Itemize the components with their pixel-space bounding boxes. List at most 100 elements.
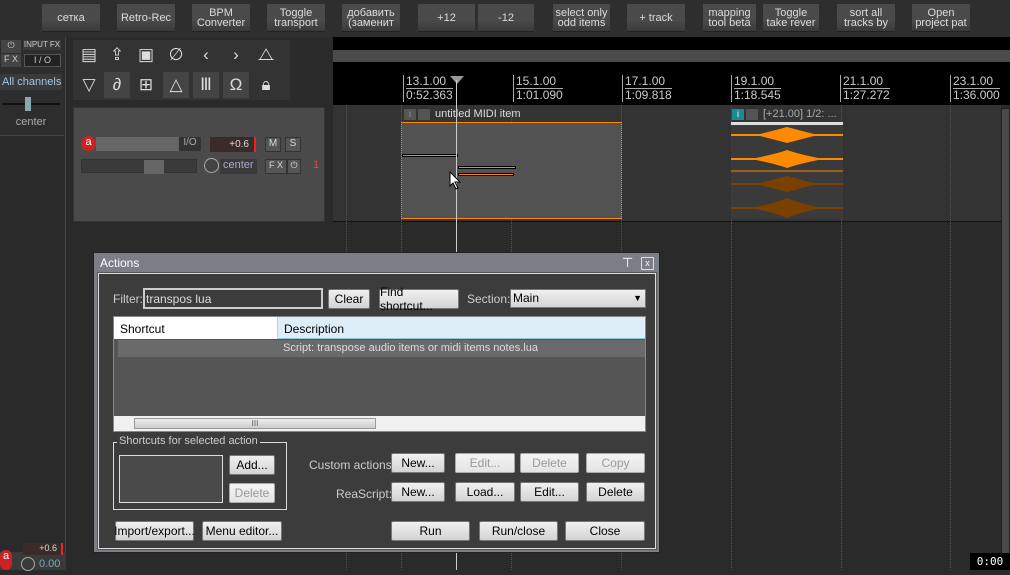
io-button[interactable]: I / O	[24, 54, 61, 67]
toolbar-button-sort-tracks[interactable]: sort all tracks by	[837, 4, 895, 32]
info-icon[interactable]: i	[732, 109, 744, 120]
audio-item-name: [+21.00] 1/2: ...	[763, 108, 837, 120]
timeline-scroll-bar[interactable]	[333, 50, 1010, 62]
close-icon[interactable]: x	[641, 257, 654, 270]
track-io-button[interactable]: I/O	[179, 137, 201, 151]
horizontal-scrollbar[interactable]: III	[114, 416, 645, 431]
toolbar-button-bpm-converter[interactable]: BPM Converter	[192, 4, 250, 32]
table-row[interactable]: Script: transpose audio items or midi it…	[118, 340, 645, 357]
pan-slider[interactable]	[2, 103, 60, 105]
save-icon[interactable]: ▣	[133, 42, 159, 68]
track-volume-slider[interactable]	[81, 159, 197, 174]
reascript-edit-button[interactable]: Edit...	[520, 482, 579, 502]
scrollbar-thumb[interactable]: III	[134, 418, 376, 429]
pan-label: center	[15, 116, 47, 128]
clock-display: 0:00	[970, 553, 1010, 570]
toolbar-button-retro-rec[interactable]: Retro-Rec	[117, 4, 175, 32]
row-description: Script: transpose audio items or midi it…	[283, 342, 538, 354]
power-icon[interactable]: ⏻	[1, 40, 21, 53]
record-arm-icon[interactable]: a	[0, 550, 12, 570]
toolbar-button-plus12[interactable]: +12	[418, 4, 475, 32]
column-header-description[interactable]: Description	[278, 317, 645, 339]
mute-button[interactable]: M	[265, 137, 281, 152]
filter-input[interactable]	[143, 288, 323, 309]
ruler-label: 15.1.00 1:01.090	[513, 75, 563, 102]
open-project-icon[interactable]: ⇪	[104, 42, 130, 68]
slider-handle[interactable]	[144, 160, 164, 174]
metronome-icon[interactable]: ⧍	[253, 42, 279, 68]
custom-toolbar: сетка Retro-Rec BPM Converter Toggle tra…	[0, 0, 1010, 37]
reascript-delete-button[interactable]: Delete	[586, 482, 645, 502]
toolbar-button-select-odd[interactable]: select only odd items	[553, 4, 610, 32]
filter-icon[interactable]: ▽	[76, 72, 102, 98]
reascript-load-button[interactable]: Load...	[455, 482, 515, 502]
custom-edit-button[interactable]: Edit...	[455, 453, 515, 473]
midi-item[interactable]	[401, 122, 622, 219]
ruler-label: 19.1.00 1:18.545	[731, 75, 781, 102]
shortcuts-group: Shortcuts for selected action Add... Del…	[113, 435, 287, 510]
playhead-marker-icon[interactable]	[450, 76, 464, 84]
ruler-label: 21.1.00 1:27.272	[840, 75, 890, 102]
new-project-icon[interactable]: ▤	[76, 42, 102, 68]
info-icon[interactable]: i	[404, 109, 416, 120]
paperclip-icon[interactable]: ∅	[163, 42, 189, 68]
clear-button[interactable]: Clear	[328, 289, 370, 309]
envelope-icon[interactable]	[746, 109, 758, 120]
toolbar-button-add[interactable]: добавить (заменит	[342, 4, 400, 32]
import-export-button[interactable]: Import/export...	[114, 521, 195, 541]
audio-item-header: i [+21.00] 1/2: ...	[732, 108, 844, 121]
channels-selector[interactable]: All channels	[0, 74, 62, 90]
toolbar-button-setka[interactable]: сетка	[42, 4, 100, 32]
redo-icon[interactable]: ›	[223, 42, 249, 68]
section-label: Section:	[467, 292, 511, 306]
master-pan-value: 0.00	[39, 558, 61, 570]
vertical-scrollbar[interactable]	[1001, 108, 1010, 558]
menu-editor-button[interactable]: Menu editor...	[202, 521, 282, 541]
solo-button[interactable]: S	[285, 137, 301, 152]
run-button[interactable]: Run	[391, 521, 470, 541]
close-button[interactable]: Close	[565, 521, 645, 541]
ripple-icon[interactable]: Ⅲ	[193, 72, 219, 98]
pan-slider-handle[interactable]	[25, 97, 31, 111]
envelope-icon[interactable]: △	[163, 72, 189, 98]
audio-item[interactable]	[731, 122, 843, 219]
pan-knob-icon[interactable]	[204, 158, 219, 173]
link-icon[interactable]: ∂	[104, 72, 130, 98]
fx-bypass-icon[interactable]: ⏻	[287, 159, 301, 174]
toolbar-button-add-track[interactable]: + track	[627, 4, 685, 32]
actions-list[interactable]: Shortcut Description Script: transpose a…	[113, 316, 646, 432]
toolbar-button-minus12[interactable]: -12	[478, 4, 534, 32]
snap-magnet-icon[interactable]: Ω	[223, 72, 249, 98]
lock-icon[interactable]: 🔒︎	[253, 72, 279, 98]
custom-new-button[interactable]: New...	[391, 453, 445, 473]
pin-icon[interactable]: ⊤	[622, 255, 633, 271]
grid-icon[interactable]: ⊞	[133, 72, 159, 98]
column-header-shortcut[interactable]: Shortcut	[114, 317, 278, 339]
envelope-icon[interactable]	[418, 109, 430, 120]
reascript-new-button[interactable]: New...	[391, 482, 445, 502]
dialog-title: Actions	[100, 256, 140, 270]
toolbar-button-toggle-take-reverse[interactable]: Toggle take rever	[763, 4, 819, 32]
input-fx-button[interactable]: INPUT FX	[23, 40, 61, 50]
ruler-label: 13.1.00 0:52.363	[403, 75, 453, 102]
midi-note	[402, 154, 458, 157]
section-dropdown[interactable]: Main ▼	[510, 289, 646, 308]
record-arm-icon[interactable]: a	[81, 136, 96, 151]
track-name-field[interactable]	[96, 137, 179, 151]
toolbar-button-mapping-tool[interactable]: mapping tool beta	[703, 4, 756, 32]
run-close-button[interactable]: Run/close	[479, 521, 558, 541]
find-shortcut-button[interactable]: Find shortcut...	[379, 285, 459, 313]
delete-shortcut-button[interactable]: Delete	[229, 483, 275, 503]
undo-icon[interactable]: ‹	[193, 42, 219, 68]
track-fx-button[interactable]: F X	[265, 159, 287, 174]
add-shortcut-button[interactable]: Add...	[229, 455, 275, 475]
dialog-body: Filter: Clear Find shortcut... Section: …	[97, 272, 657, 550]
shortcuts-list[interactable]	[119, 455, 223, 503]
track-volume[interactable]: +0.6	[210, 137, 256, 152]
custom-copy-button[interactable]: Copy	[586, 453, 645, 473]
pan-knob-icon[interactable]	[21, 557, 35, 571]
custom-delete-button[interactable]: Delete	[520, 453, 579, 473]
toolbar-button-open-project-path[interactable]: Open project pat	[912, 4, 970, 32]
fx-button[interactable]: F X	[1, 54, 21, 67]
toolbar-button-toggle-transport[interactable]: Toggle transport	[267, 4, 325, 32]
